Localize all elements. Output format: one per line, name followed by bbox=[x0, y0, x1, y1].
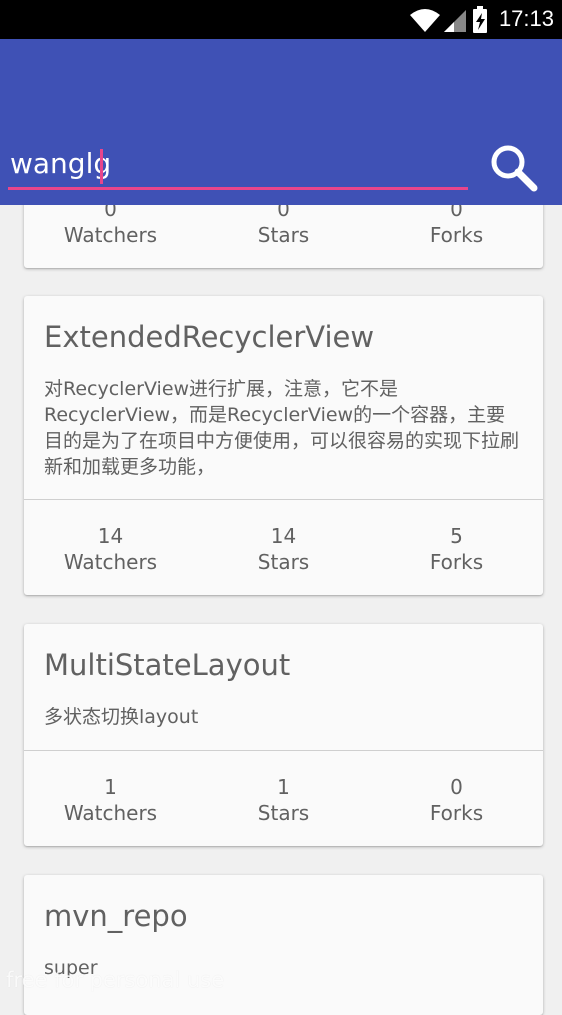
forks-stat: 5 Forks bbox=[370, 523, 543, 575]
watchers-stat: 14 Watchers bbox=[24, 523, 197, 575]
watchers-label: Watchers bbox=[63, 223, 158, 247]
repo-card[interactable]: ExtendedRecyclerView 对RecyclerView进行扩展，注… bbox=[24, 296, 543, 595]
repo-stats: 14 Watchers 14 Stars 5 Forks bbox=[24, 523, 543, 583]
watchers-count: 1 bbox=[104, 775, 117, 799]
repo-name: mvn_repo bbox=[44, 899, 188, 933]
app-bar bbox=[0, 39, 562, 205]
forks-stat: 0 Forks bbox=[370, 774, 543, 826]
repo-description: 多状态切换layout bbox=[44, 706, 199, 728]
forks-count: 5 bbox=[450, 524, 463, 548]
divider bbox=[24, 750, 543, 751]
search-icon bbox=[491, 145, 538, 192]
forks-label: Forks bbox=[429, 550, 484, 574]
divider bbox=[24, 499, 543, 500]
forks-label: Forks bbox=[429, 223, 484, 247]
repo-card[interactable]: mvn_repo super bbox=[24, 875, 543, 1015]
watermark: free for personal use bbox=[6, 968, 225, 992]
repo-name: ExtendedRecyclerView bbox=[44, 320, 375, 354]
forks-label: Forks bbox=[429, 801, 484, 825]
stars-label: Stars bbox=[257, 801, 310, 825]
watchers-label: Watchers bbox=[63, 801, 158, 825]
repo-name: MultiStateLayout bbox=[44, 648, 291, 682]
stars-count: 1 bbox=[277, 775, 290, 799]
stars-count: 14 bbox=[270, 524, 297, 548]
stars-stat: 14 Stars bbox=[197, 523, 370, 575]
repo-description: 对RecyclerView进行扩展，注意，它不是RecyclerView，而是R… bbox=[44, 378, 520, 478]
search-button[interactable] bbox=[486, 140, 542, 196]
repo-stats: 1 Watchers 1 Stars 0 Forks bbox=[24, 774, 543, 834]
stars-label: Stars bbox=[257, 223, 310, 247]
search-input[interactable] bbox=[8, 140, 468, 190]
repo-card[interactable]: MultiStateLayout 多状态切换layout 1 Watchers … bbox=[24, 624, 543, 846]
watchers-stat: 1 Watchers bbox=[24, 774, 197, 826]
text-cursor bbox=[100, 149, 103, 184]
watchers-label: Watchers bbox=[63, 550, 158, 574]
stars-stat: 1 Stars bbox=[197, 774, 370, 826]
watchers-count: 14 bbox=[97, 524, 124, 548]
forks-count: 0 bbox=[450, 775, 463, 799]
repo-stats: 0 Watchers 0 Stars 0 Forks bbox=[24, 196, 543, 256]
stars-label: Stars bbox=[257, 550, 310, 574]
